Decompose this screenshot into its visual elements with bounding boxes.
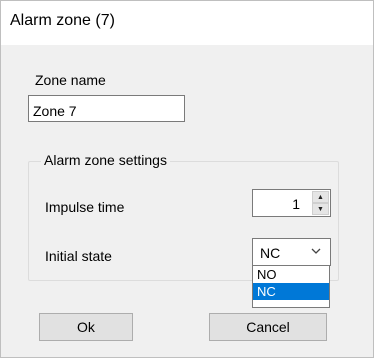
spin-buttons: ▲ ▼ <box>312 191 329 215</box>
group-title: Alarm zone settings <box>41 152 170 168</box>
option-nc[interactable]: NC <box>253 283 329 300</box>
down-arrow-icon[interactable]: ▼ <box>312 203 329 215</box>
impulse-time-label: Impulse time <box>45 199 125 215</box>
impulse-time-value[interactable]: 1 <box>292 196 300 212</box>
zone-name-input[interactable] <box>28 95 185 122</box>
option-no[interactable]: NO <box>253 266 329 283</box>
initial-state-dropdown: NO NC <box>252 265 330 308</box>
initial-state-label: Initial state <box>45 248 112 264</box>
impulse-time-stepper[interactable]: 1 ▲ ▼ <box>252 189 331 217</box>
ok-button[interactable]: Ok <box>39 313 133 341</box>
initial-state-select[interactable]: NC <box>252 238 331 266</box>
window-title: Alarm zone (7) <box>10 12 115 29</box>
up-arrow-icon[interactable]: ▲ <box>312 191 329 203</box>
initial-state-value[interactable]: NC <box>260 245 280 261</box>
title-bar: Alarm zone (7) <box>1 1 373 45</box>
chevron-down-icon[interactable] <box>310 245 322 257</box>
zone-name-label: Zone name <box>35 72 106 88</box>
cancel-button[interactable]: Cancel <box>209 313 327 341</box>
alarm-zone-dialog: Alarm zone (7) Zone name Alarm zone sett… <box>0 0 374 358</box>
